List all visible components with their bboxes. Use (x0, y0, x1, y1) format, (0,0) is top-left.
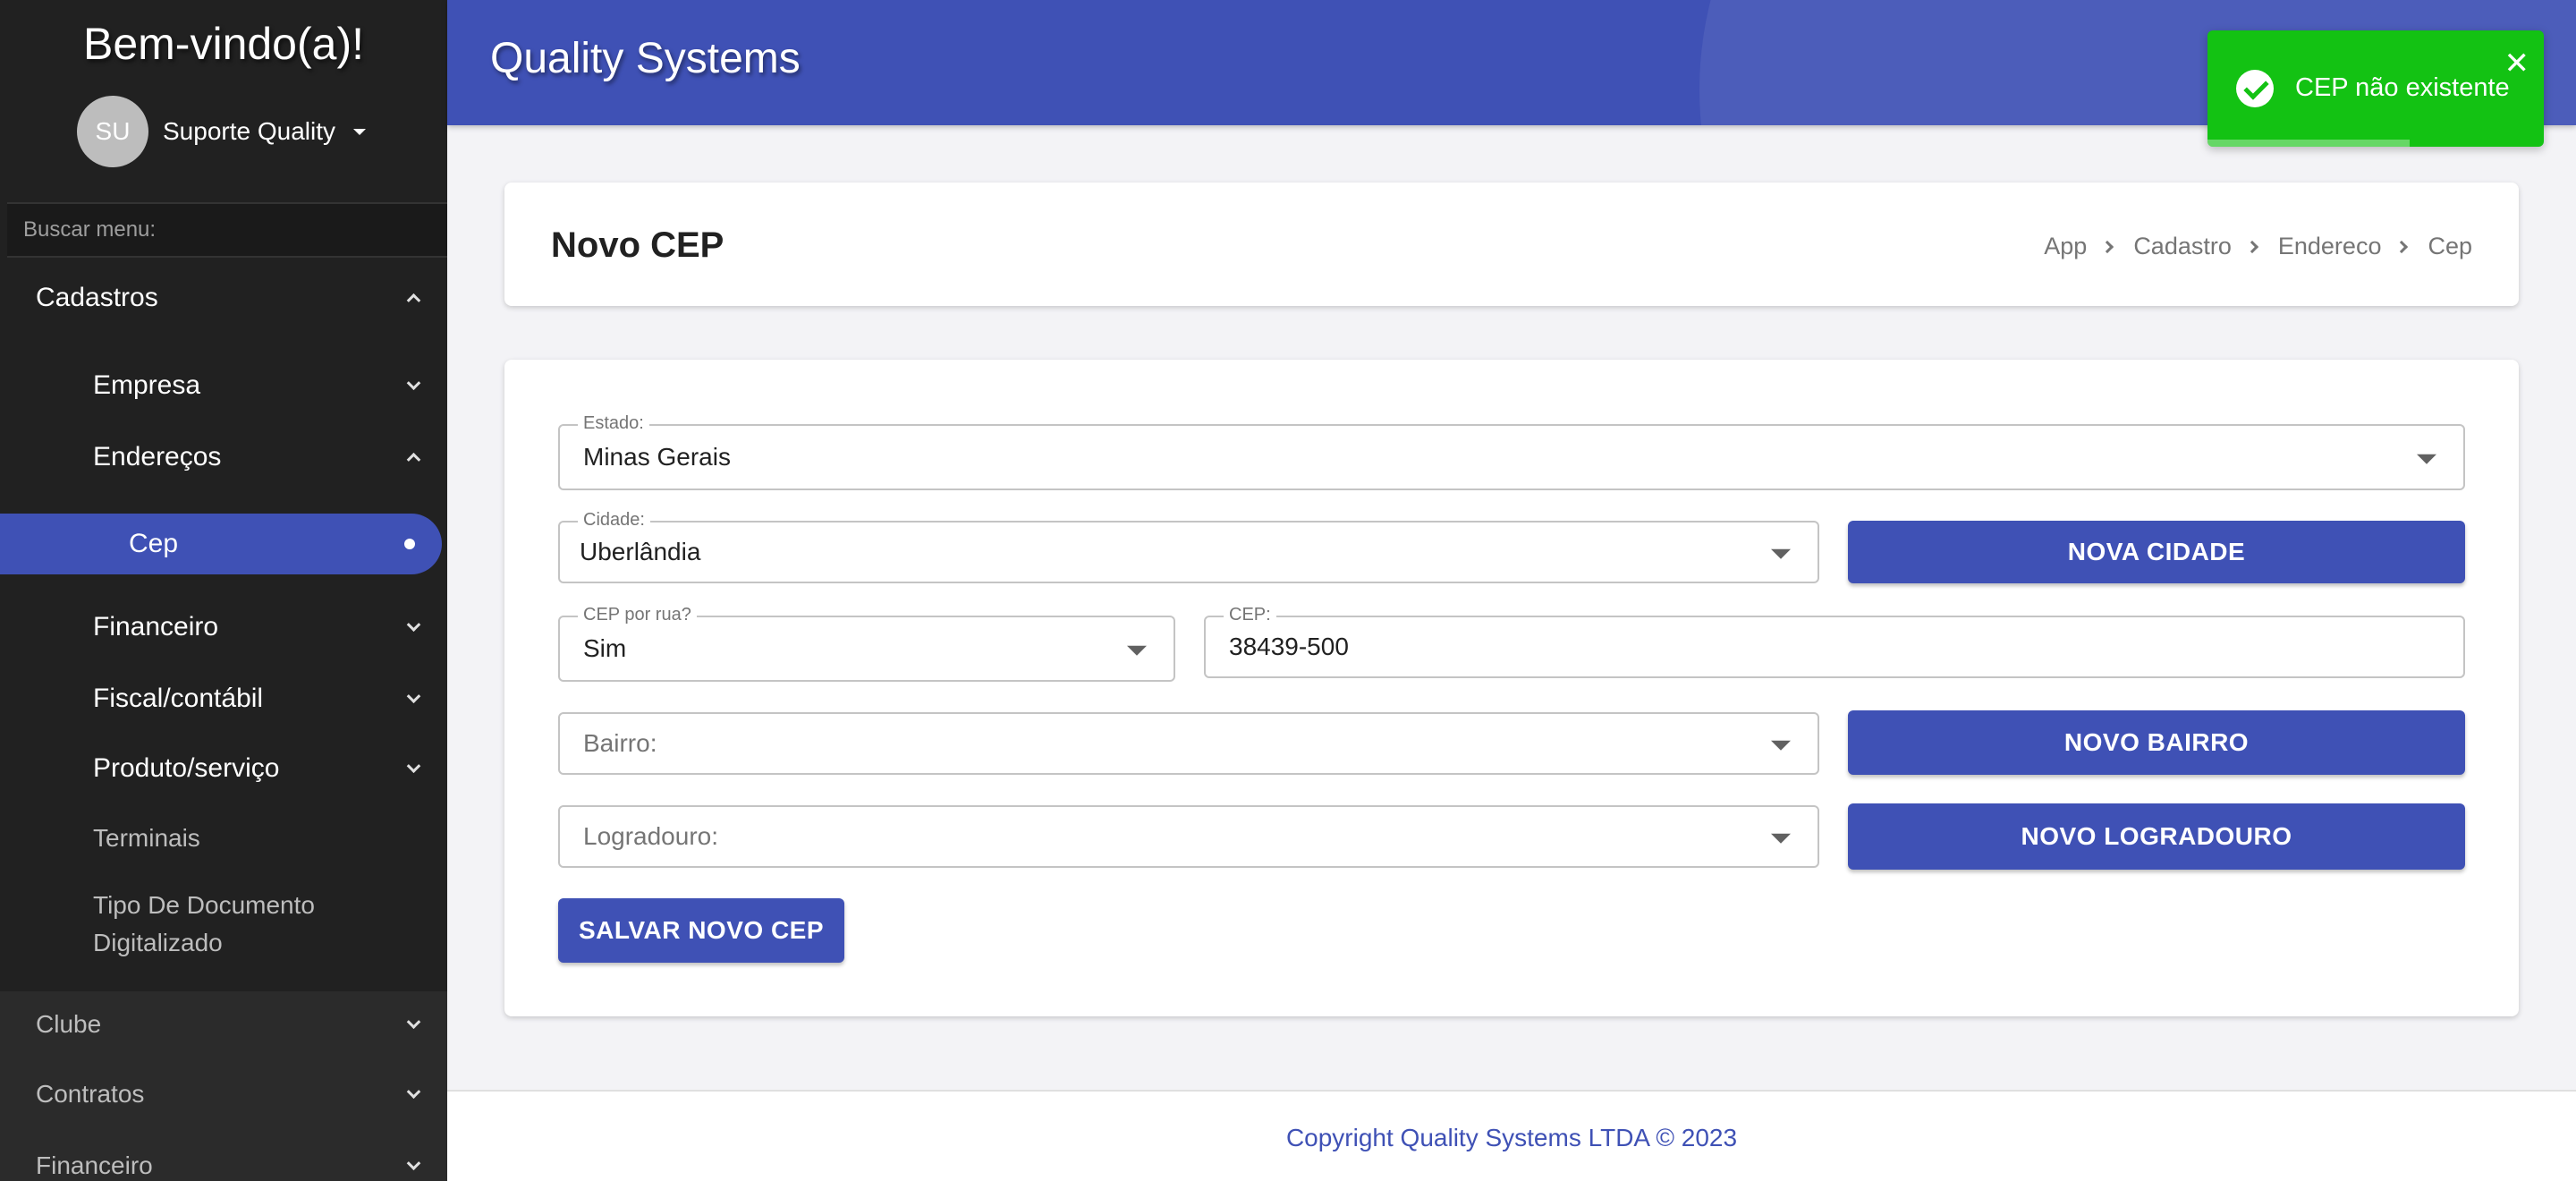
dropdown-arrow-icon (1771, 740, 1791, 751)
footer: Copyright Quality Systems LTDA © 2023 (447, 1090, 2576, 1181)
cidade-select[interactable]: Cidade: Uberlândia (558, 509, 1819, 583)
sidebar-item-label: Contratos (36, 1080, 145, 1108)
sidebar-item-fiscal-contabil[interactable]: Fiscal/contábil (0, 669, 447, 728)
dropdown-arrow-icon (1771, 833, 1791, 844)
novo-logradouro-button[interactable]: NOVO LOGRADOURO (1848, 803, 2465, 870)
sidebar-item-label: Empresa (93, 370, 201, 400)
toast-message: CEP não existente (2295, 73, 2510, 102)
user-menu[interactable]: SU Suporte Quality (77, 96, 366, 167)
menu-search-placeholder: Buscar menu: (23, 217, 157, 242)
logradouro-placeholder: Logradouro: (583, 822, 719, 850)
sidebar-item-empresa[interactable]: Empresa (0, 356, 447, 415)
chevron-down-icon (406, 1015, 421, 1030)
chevron-right-icon (2245, 240, 2258, 253)
novo-bairro-button[interactable]: NOVO BAIRRO (1848, 710, 2465, 775)
estado-select[interactable]: Estado: Minas Gerais (558, 412, 2465, 490)
caret-down-icon (353, 128, 366, 135)
sidebar-item-label: Cadastros (36, 283, 158, 312)
cep-por-rua-select[interactable]: CEP por rua? Sim (558, 604, 1175, 682)
chevron-right-icon (2101, 240, 2114, 253)
sidebar-item-label: Cep (129, 529, 179, 558)
breadcrumb-item-endereco[interactable]: Endereco (2278, 233, 2382, 260)
chevron-down-icon (406, 689, 421, 704)
welcome-title: Bem-vindo(a)! (83, 19, 364, 69)
sidebar-item-label: Tipo De Documento (93, 891, 315, 919)
sidebar-item-terminais[interactable]: Terminais (0, 809, 447, 868)
breadcrumb-item-cadastro[interactable]: Cadastro (2133, 233, 2232, 260)
chevron-down-icon (406, 1156, 421, 1171)
sidebar-item-label: Clube (36, 1010, 102, 1038)
bairro-select[interactable]: Bairro: (558, 712, 1819, 775)
user-name: Suporte Quality (163, 117, 335, 145)
chevron-right-icon (2395, 240, 2409, 253)
chevron-up-icon (406, 293, 421, 308)
chevron-down-icon (406, 376, 421, 391)
cep-value: 38439-500 (1229, 633, 1349, 660)
toast-progress-bar (2207, 140, 2410, 147)
app-title: Quality Systems (490, 35, 801, 82)
sidebar-item-financeiro[interactable]: Financeiro (0, 598, 447, 657)
sidebar-item-label: Produto/serviço (93, 753, 280, 783)
sidebar-item-clube[interactable]: Clube (0, 995, 447, 1054)
sidebar-item-cadastros[interactable]: Cadastros (0, 268, 447, 327)
sidebar-item-label: Fiscal/contábil (93, 684, 264, 713)
cep-label: CEP: (1224, 604, 1276, 625)
chevron-down-icon (406, 759, 421, 774)
breadcrumb: App Cadastro Endereco Cep (2044, 233, 2472, 260)
avatar: SU (77, 96, 148, 167)
estado-value: Minas Gerais (583, 443, 731, 471)
toast-notification: CEP não existente ✕ (2207, 30, 2544, 147)
chevron-up-icon (406, 452, 421, 467)
sidebar-item-label: Terminais (93, 824, 200, 852)
nova-cidade-button[interactable]: NOVA CIDADE (1848, 521, 2465, 583)
active-dot-icon (404, 539, 415, 549)
check-circle-icon (2236, 70, 2274, 107)
cidade-label: Cidade: (578, 509, 650, 531)
page-title: Novo CEP (551, 225, 724, 265)
chevron-down-icon (406, 1084, 421, 1100)
logradouro-select[interactable]: Logradouro: (558, 805, 1819, 868)
cep-por-rua-label: CEP por rua? (578, 604, 697, 625)
sidebar-item-tipo-documento[interactable]: Tipo De Documento Digitalizado (0, 882, 447, 966)
copyright-text: Copyright Quality Systems LTDA © 2023 (1285, 1124, 1738, 1151)
sidebar-item-label: Financeiro (93, 612, 219, 641)
cidade-value: Uberlândia (580, 538, 701, 565)
sidebar: Bem-vindo(a)! SU Suporte Quality Buscar … (0, 0, 447, 1181)
sidebar-item-label: Digitalizado (93, 929, 223, 956)
breadcrumb-item-app[interactable]: App (2044, 233, 2087, 260)
cep-form-card: Estado: Minas Gerais Cidade: Uberlândia … (504, 360, 2519, 1016)
sidebar-item-contratos[interactable]: Contratos (0, 1065, 447, 1124)
page-header-card: Novo CEP App Cadastro Endereco Cep (504, 183, 2519, 306)
dropdown-arrow-icon (2417, 454, 2436, 464)
dropdown-arrow-icon (1771, 548, 1791, 559)
salvar-novo-cep-button[interactable]: SALVAR NOVO CEP (558, 898, 844, 963)
breadcrumb-item-cep: Cep (2428, 233, 2472, 259)
cep-por-rua-value: Sim (583, 634, 627, 662)
cep-field[interactable]: CEP: 38439-500 (1204, 604, 2465, 678)
sidebar-item-label: Endereços (93, 442, 222, 472)
sidebar-item-produto-servico[interactable]: Produto/serviço (0, 739, 447, 798)
close-icon[interactable]: ✕ (2504, 48, 2530, 79)
sidebar-item-cep[interactable]: Cep (0, 514, 442, 574)
sidebar-item-financeiro-top[interactable]: Financeiro (0, 1136, 447, 1181)
chevron-down-icon (406, 617, 421, 633)
dropdown-arrow-icon (1127, 645, 1147, 656)
estado-label: Estado: (578, 412, 649, 434)
sidebar-item-enderecos[interactable]: Endereços (0, 428, 447, 487)
bairro-placeholder: Bairro: (583, 729, 657, 757)
menu-search-input[interactable]: Buscar menu: (7, 202, 447, 258)
sidebar-item-label: Financeiro (36, 1151, 153, 1179)
